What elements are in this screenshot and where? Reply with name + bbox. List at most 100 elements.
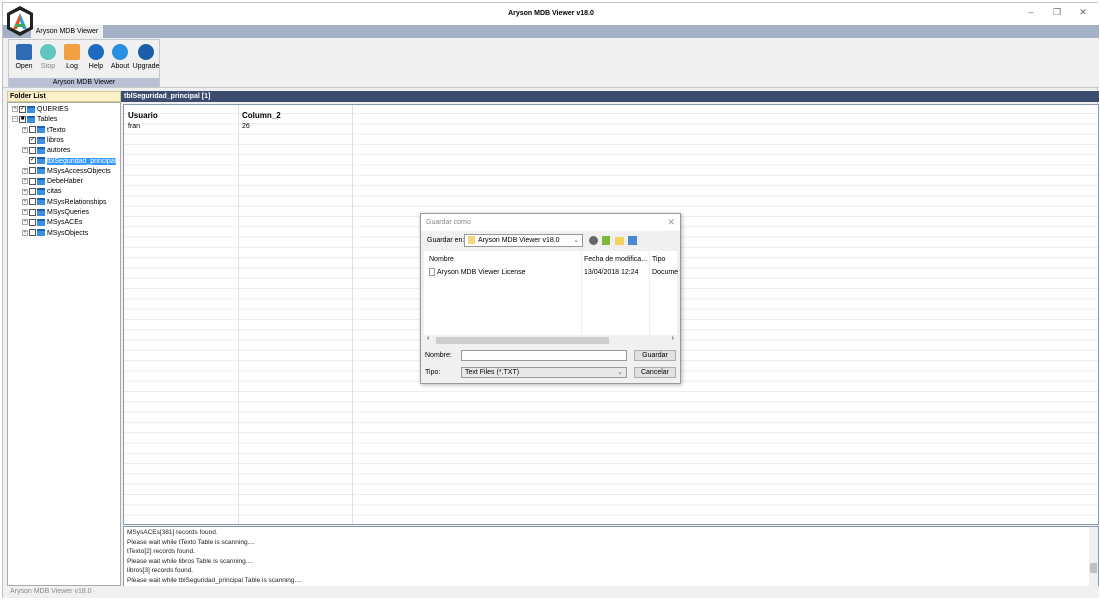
tree-line-icon — [22, 137, 28, 143]
tree-node-label: DebeHaber — [47, 178, 83, 186]
open-button[interactable]: Open — [12, 43, 36, 75]
column-header-usuario[interactable]: Usuario — [128, 111, 158, 120]
column-header-date[interactable]: Fecha de modifica... — [584, 256, 647, 263]
checkbox[interactable] — [29, 218, 36, 226]
expand-icon[interactable]: + — [22, 198, 28, 205]
checkbox[interactable] — [29, 146, 36, 154]
checkbox[interactable] — [29, 126, 36, 134]
table-icon — [37, 229, 45, 237]
expand-icon[interactable]: + — [22, 147, 28, 154]
column-header-name[interactable]: Nombre — [429, 256, 454, 263]
save-as-dialog: Guardar como ✕ Guardar en: Aryson MDB Vi… — [420, 213, 681, 384]
file-type-value: Text Files (*.TXT) — [465, 369, 520, 376]
minimize-button[interactable]: – — [1019, 7, 1043, 21]
tree-node[interactable]: ✓ tblSeguridad_principal — [22, 157, 117, 167]
tree-node-label: MSysObjects — [47, 229, 89, 237]
ribbon-group: Open Stop Log Help About Upgrade Aryson … — [8, 39, 160, 87]
view-menu-icon[interactable] — [628, 236, 637, 245]
expand-icon[interactable]: + — [22, 219, 28, 226]
tree-node[interactable]: + ✓ QUERIES — [12, 105, 69, 115]
log-line: Please wait while tTexto Table is scanni… — [127, 538, 255, 546]
log-scrollbar[interactable] — [1089, 527, 1098, 586]
tree-node[interactable]: + MSysQueries — [22, 208, 89, 218]
tree-node-label: MSysAccessObjects — [47, 167, 111, 175]
grid-cell[interactable]: fran — [128, 123, 140, 130]
expand-icon[interactable]: + — [22, 229, 28, 236]
stop-button[interactable]: Stop — [36, 43, 60, 75]
expand-icon[interactable]: + — [22, 178, 28, 185]
tree-node[interactable]: + DebeHaber — [22, 177, 83, 187]
save-in-value: Aryson MDB Viewer v18.0 — [478, 237, 560, 244]
new-folder-icon[interactable] — [615, 237, 624, 245]
folder-tree: + ✓ QUERIES − ■ Tables + tTexto ✓ libros + autores ✓… — [7, 102, 121, 586]
log-icon — [64, 44, 80, 60]
expand-icon[interactable]: − — [12, 116, 18, 123]
expand-icon[interactable]: + — [22, 209, 28, 216]
expand-icon[interactable]: + — [22, 188, 28, 195]
expand-icon[interactable]: + — [22, 126, 28, 133]
table-icon — [37, 188, 45, 196]
status-bar: Aryson MDB Viewer v18.0 — [3, 586, 1099, 598]
tree-node[interactable]: + MSysRelationships — [22, 198, 107, 208]
log-button[interactable]: Log — [60, 43, 84, 75]
file-type-label: Tipo: — [425, 369, 441, 376]
tree-node[interactable]: + autores — [22, 146, 70, 156]
column-header-column2[interactable]: Column_2 — [242, 111, 281, 120]
play-stop-icon — [40, 44, 56, 60]
log-line: Please wait while tblSeguridad_principal… — [127, 576, 302, 584]
checkbox[interactable] — [29, 208, 36, 216]
maximize-button[interactable]: ❐ — [1045, 7, 1069, 21]
file-type-select[interactable]: Text Files (*.TXT) ⌄ — [461, 367, 627, 378]
tree-node[interactable]: ✓ libros — [22, 136, 64, 146]
dialog-close-icon[interactable]: ✕ — [667, 217, 675, 228]
help-button[interactable]: Help — [84, 43, 108, 75]
expand-icon[interactable]: + — [12, 106, 18, 113]
upgrade-button[interactable]: Upgrade — [132, 43, 160, 75]
save-button[interactable]: Guardar — [634, 350, 676, 361]
checkbox[interactable] — [29, 198, 36, 206]
file-row[interactable]: Aryson MDB Viewer License — [429, 268, 579, 276]
checkbox[interactable] — [29, 167, 36, 175]
tree-node-label: libros — [47, 136, 64, 144]
about-label: About — [110, 63, 130, 70]
up-folder-icon[interactable] — [602, 236, 610, 245]
checkbox[interactable]: ✓ — [29, 157, 36, 165]
tree-node-label: tblSeguridad_principal — [47, 157, 117, 165]
checkbox[interactable] — [29, 177, 36, 185]
back-icon[interactable] — [589, 236, 598, 245]
tree-node[interactable]: + MSysAccessObjects — [22, 167, 111, 177]
tree-node[interactable]: + tTexto — [22, 126, 66, 136]
tree-node[interactable]: + citas — [22, 187, 61, 197]
checkbox[interactable]: ✓ — [29, 136, 36, 144]
tree-node[interactable]: − ■ Tables — [12, 115, 57, 125]
checkbox[interactable] — [29, 188, 36, 196]
tree-node-label: QUERIES — [37, 106, 69, 113]
upgrade-icon — [138, 44, 154, 60]
document-icon — [429, 268, 435, 276]
folder-open-icon — [16, 44, 32, 60]
log-line: tTexto[2] records found. — [127, 548, 195, 555]
checkbox[interactable] — [29, 229, 36, 237]
checkbox[interactable]: ✓ — [19, 105, 26, 113]
tree-node[interactable]: + MSysObjects — [22, 229, 88, 239]
ribbon-tab[interactable]: Aryson MDB Viewer — [31, 25, 103, 38]
column-header-type[interactable]: Tipo — [652, 256, 665, 263]
dialog-title: Guardar como — [421, 214, 680, 231]
cancel-button[interactable]: Cancelar — [634, 367, 676, 378]
close-button[interactable]: ✕ — [1071, 7, 1095, 21]
grid-column — [239, 105, 353, 524]
window-title: Aryson MDB Viewer v18.0 — [508, 10, 594, 17]
grid-cell[interactable]: 26 — [242, 123, 250, 130]
table-icon — [37, 198, 45, 206]
expand-icon[interactable]: + — [22, 167, 28, 174]
open-label: Open — [15, 63, 33, 70]
tree-node-label: Tables — [37, 116, 58, 124]
file-name-input[interactable] — [461, 350, 627, 361]
about-button[interactable]: About — [108, 43, 132, 75]
tree-node[interactable]: + MSysACEs — [22, 218, 82, 228]
folder-list-header: Folder List — [7, 91, 121, 102]
save-in-select[interactable]: Aryson MDB Viewer v18.0 ⌄ — [464, 234, 583, 247]
horizontal-scrollbar[interactable]: ‹ › — [424, 335, 677, 345]
checkbox[interactable]: ■ — [19, 115, 26, 123]
table-icon — [37, 208, 45, 216]
